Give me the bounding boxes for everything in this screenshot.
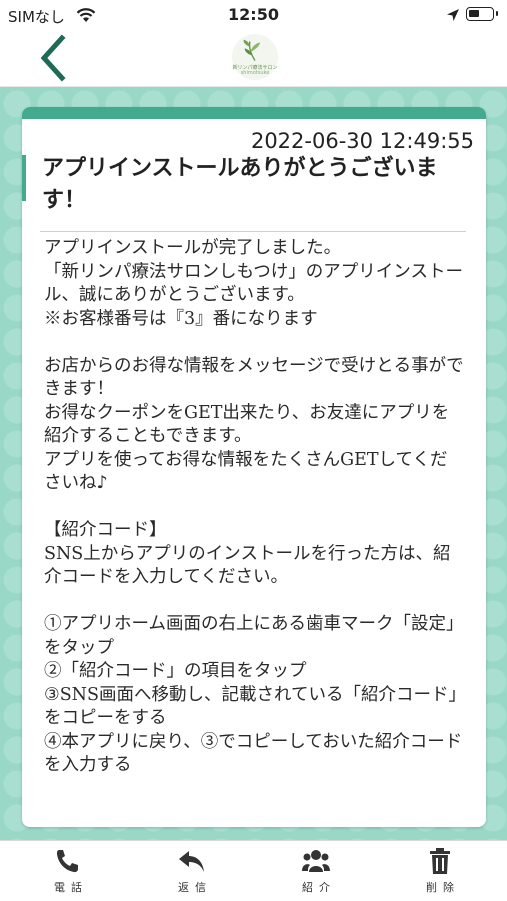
title-accent-bar bbox=[22, 155, 26, 201]
tab-label: 削除 bbox=[426, 881, 460, 894]
tab-label: 電話 bbox=[54, 881, 88, 894]
trash-icon bbox=[430, 848, 450, 874]
phone-icon bbox=[56, 850, 78, 873]
logo-subtext: shimotsuke bbox=[240, 70, 270, 76]
app-logo: 新リンパ療法サロン shimotsuke bbox=[232, 34, 278, 80]
navigation-bar: 新リンパ療法サロン shimotsuke bbox=[0, 30, 507, 87]
message-date: 2022-06-30 12:49:55 bbox=[250, 129, 474, 153]
message-card: 2022-06-30 12:49:55 アプリインストールありがとうございます！… bbox=[22, 107, 486, 827]
body-line: SNS上からアプリのインストールを行った方は、紹介コードを入力してください。 bbox=[44, 543, 451, 588]
body-blank-line bbox=[44, 590, 464, 614]
bottom-tab-bar: 電話 返信 紹介 削除 bbox=[0, 840, 507, 901]
clock: 12:50 bbox=[228, 5, 279, 24]
body-line: アプリを使ってお得な情報をたくさんGETしてくださいね♪ bbox=[44, 449, 448, 494]
leaf-icon bbox=[243, 39, 261, 61]
body-line: 「新リンパ療法サロンしもつけ」のアプリインストール、誠にありがとうございます。 bbox=[44, 261, 463, 306]
message-body: アプリインストールが完了しました。 「新リンパ療法サロンしもつけ」のアプリインス… bbox=[44, 237, 464, 778]
body-blank-line bbox=[44, 331, 464, 355]
body-line: ④本アプリに戻り、③でコピーしておいた紹介コードを入力する bbox=[44, 731, 463, 776]
body-line: ※お客様番号は『3』番になります bbox=[44, 308, 318, 329]
tab-label: 返信 bbox=[178, 881, 212, 894]
message-title: アプリインストールありがとうございます！ bbox=[42, 156, 438, 213]
body-line: ②「紹介コード」の項目をタップ bbox=[44, 661, 307, 681]
battery-icon bbox=[466, 7, 498, 21]
body-line: ③SNS画面へ移動し、記載されている「紹介コード」をコピーをする bbox=[44, 684, 458, 729]
tab-phone[interactable]: 電話 bbox=[18, 847, 118, 897]
back-chevron-icon[interactable] bbox=[34, 34, 74, 82]
location-arrow-icon bbox=[447, 9, 459, 21]
users-icon bbox=[302, 850, 330, 872]
tab-reply[interactable]: 返信 bbox=[142, 847, 242, 897]
body-line: お店からのお得な情報をメッセージで受けとる事ができます！ bbox=[44, 355, 464, 400]
card-header-bar bbox=[22, 107, 486, 119]
reply-icon bbox=[179, 851, 204, 872]
tab-delete[interactable]: 削除 bbox=[390, 847, 490, 897]
tab-introduce[interactable]: 紹介 bbox=[266, 847, 366, 897]
status-bar: SIMなし 12:50 bbox=[0, 0, 507, 30]
tab-label: 紹介 bbox=[302, 881, 336, 894]
divider bbox=[40, 231, 466, 232]
body-line: ①アプリホーム画面の右上にある歯車マーク「設定」をタップ bbox=[44, 614, 464, 658]
body-blank-line bbox=[44, 496, 464, 520]
body-line: お得なクーポンをGET出来たり、お友達にアプリを紹介することもできます。 bbox=[44, 402, 450, 447]
body-line: アプリインストールが完了しました。 bbox=[44, 238, 342, 258]
body-line: 【紹介コード】 bbox=[44, 520, 167, 540]
